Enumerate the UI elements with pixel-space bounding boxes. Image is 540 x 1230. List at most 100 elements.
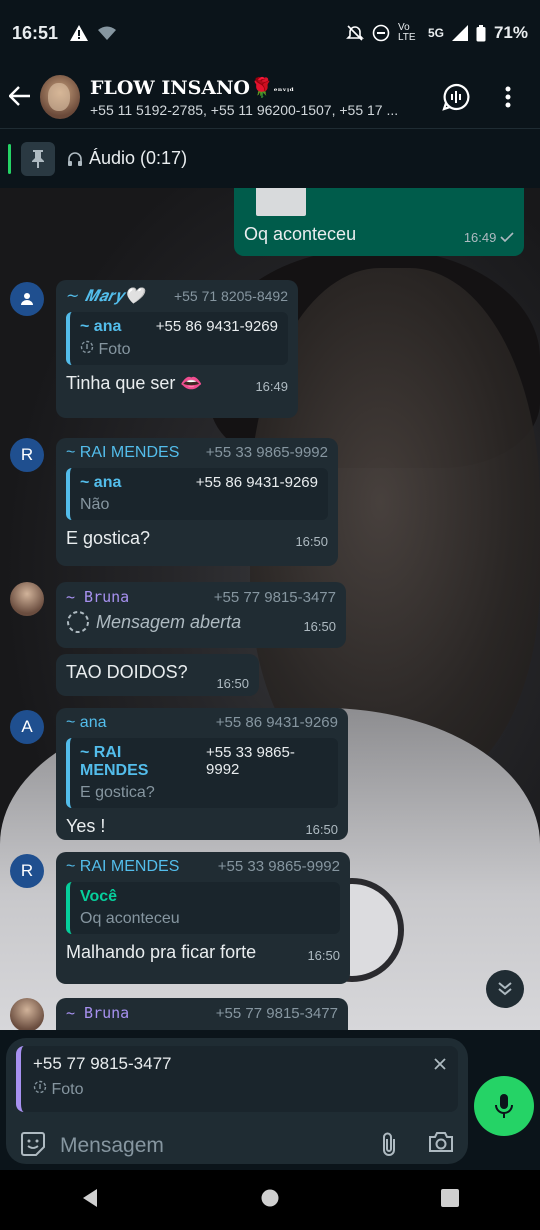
check-icon bbox=[500, 232, 514, 243]
message-text: Tinha que ser 👄 bbox=[66, 373, 203, 393]
message-bubble[interactable]: ~ ana +55 86 9431-9269 ~ RAI MENDES +55 3… bbox=[56, 708, 348, 840]
voice-chat-button[interactable] bbox=[442, 83, 470, 111]
sticker-icon bbox=[21, 1131, 45, 1156]
group-title: FLOW INSANO🌹 bbox=[90, 77, 274, 99]
message-bubble[interactable]: ~ RAI MENDES +55 33 9865-9992 Você Oq ac… bbox=[56, 852, 350, 984]
sender-phone: +55 33 9865-9992 bbox=[217, 858, 340, 875]
chat-header: FLOW INSANO🌹ᵉⁿᵛᵎᵈ +55 11 5192-2785, +55 … bbox=[0, 66, 540, 128]
avatar[interactable] bbox=[10, 582, 44, 616]
composer-box: +55 77 9815-3477 Foto bbox=[6, 1038, 468, 1164]
view-once-opened-icon bbox=[67, 611, 89, 633]
back-button[interactable] bbox=[0, 82, 40, 113]
pinned-message-bar[interactable]: Áudio (0:17) bbox=[0, 128, 540, 188]
battery-icon bbox=[476, 24, 486, 41]
reply-sender: +55 77 9815-3477 bbox=[33, 1054, 172, 1073]
avatar[interactable] bbox=[10, 998, 44, 1030]
message-bubble[interactable]: ~ 𝑴𝒂𝒓𝒚🤍 +55 71 8205-8492 ~ ana +55 86 943… bbox=[56, 280, 298, 418]
reply-preview[interactable]: +55 77 9815-3477 Foto bbox=[16, 1046, 458, 1112]
avatar[interactable]: R bbox=[10, 854, 44, 888]
sender-name[interactable]: ~ 𝙱𝚛𝚞𝚗𝚊 bbox=[66, 588, 129, 606]
message-time: 16:50 bbox=[216, 676, 249, 691]
attach-button[interactable] bbox=[380, 1131, 398, 1162]
pin-icon bbox=[32, 149, 44, 168]
quoted-message[interactable]: ~ ana +55 86 9431-9269 Foto bbox=[66, 312, 288, 365]
message-bubble[interactable]: TAO DOIDOS? 16:50 bbox=[56, 654, 259, 696]
nav-home-button[interactable] bbox=[261, 1189, 279, 1212]
avatar[interactable] bbox=[10, 282, 44, 316]
view-once-icon bbox=[33, 1080, 47, 1094]
wifi-icon bbox=[98, 26, 117, 40]
arrow-left-icon bbox=[8, 85, 30, 106]
nav-back-button[interactable] bbox=[81, 1188, 99, 1213]
warning-icon bbox=[70, 25, 89, 41]
quoted-sender: ~ ana bbox=[80, 474, 122, 491]
more-vertical-icon bbox=[505, 86, 511, 108]
image-thumbnail[interactable] bbox=[256, 188, 306, 216]
close-reply-button[interactable] bbox=[434, 1054, 446, 1075]
close-icon bbox=[434, 1058, 446, 1070]
message-text: Mensagem aberta bbox=[96, 611, 242, 632]
sender-phone: +55 86 9431-9269 bbox=[215, 714, 338, 731]
group-avatar[interactable] bbox=[40, 75, 80, 119]
quoted-sender: ~ ana bbox=[80, 318, 122, 335]
message-time: 16:49 bbox=[255, 379, 288, 394]
quoted-text: Oq aconteceu bbox=[80, 910, 180, 927]
message-bubble[interactable]: ~ 𝙱𝚛𝚞𝚗𝚊 +55 77 9815-3477 Mensagem aberta… bbox=[56, 582, 346, 648]
dnd-icon bbox=[372, 24, 390, 42]
sender-name[interactable]: ~ RAI MENDES bbox=[66, 858, 179, 876]
scroll-to-bottom-button[interactable] bbox=[486, 970, 524, 1008]
quoted-sender: Você bbox=[80, 888, 118, 905]
sender-phone: +55 77 9815-3477 bbox=[213, 589, 336, 606]
triangle-back-icon bbox=[83, 1188, 97, 1207]
microphone-icon bbox=[495, 1094, 513, 1118]
pin-button[interactable] bbox=[21, 141, 55, 176]
composer: +55 77 9815-3477 Foto bbox=[0, 1030, 540, 1170]
quoted-message[interactable]: ~ RAI MENDES +55 33 9865-9992 E gostica? bbox=[66, 738, 338, 808]
message-bubble-outgoing[interactable]: Oq aconteceu 16:49 bbox=[234, 188, 524, 256]
square-recents-icon bbox=[441, 1188, 459, 1207]
quoted-phone: +55 86 9431-9269 bbox=[155, 318, 278, 335]
quoted-text: E gostica? bbox=[80, 784, 155, 801]
quoted-text: Foto bbox=[98, 341, 131, 358]
avatar[interactable]: R bbox=[10, 438, 44, 472]
message-text: TAO DOIDOS? bbox=[66, 662, 188, 682]
message-input[interactable] bbox=[60, 1134, 350, 1158]
chat-area[interactable]: Oq aconteceu 16:49 ~ 𝑴𝒂𝒓𝒚🤍 +55 71 8205-8… bbox=[0, 188, 540, 1030]
message-bubble[interactable]: ~ 𝙱𝚛𝚞𝚗𝚊 +55 77 9815-3477 bbox=[56, 998, 348, 1030]
sender-name[interactable]: ~ RAI MENDES bbox=[66, 444, 179, 462]
camera-icon bbox=[429, 1131, 453, 1152]
camera-button[interactable] bbox=[428, 1131, 454, 1162]
avatar[interactable]: A bbox=[10, 710, 44, 744]
message-text: Yes ! bbox=[66, 816, 106, 836]
menu-button[interactable] bbox=[494, 83, 522, 111]
status-bar: 16:51 Vo LTE 5G 71% bbox=[0, 0, 540, 66]
message-time: 16:50 bbox=[295, 534, 328, 549]
mute-icon bbox=[346, 25, 364, 41]
quoted-text: Não bbox=[80, 496, 110, 513]
message-time: 16:50 bbox=[303, 619, 336, 634]
paperclip-icon bbox=[383, 1132, 395, 1156]
sticker-button[interactable] bbox=[20, 1131, 46, 1162]
sender-name[interactable]: ~ 𝙱𝚛𝚞𝚗𝚊 bbox=[66, 1004, 129, 1022]
nav-recents-button[interactable] bbox=[441, 1188, 459, 1212]
quoted-phone: +55 33 9865-9992 bbox=[206, 744, 295, 778]
circle-home-icon bbox=[261, 1189, 279, 1206]
headphones-icon bbox=[68, 151, 82, 166]
sender-name[interactable]: ~ 𝑴𝒂𝒓𝒚🤍 bbox=[66, 286, 144, 306]
sender-phone: +55 77 9815-3477 bbox=[215, 1005, 338, 1022]
chevron-double-down-icon bbox=[498, 982, 512, 996]
group-participants: +55 11 5192-2785, +55 11 96200-1507, +55… bbox=[90, 102, 399, 118]
clock: 16:51 bbox=[12, 22, 59, 43]
sender-phone: +55 33 9865-9992 bbox=[205, 444, 328, 461]
message-bubble[interactable]: ~ RAI MENDES +55 33 9865-9992 ~ ana +55 8… bbox=[56, 438, 338, 566]
quoted-message[interactable]: ~ ana +55 86 9431-9269 Não bbox=[66, 468, 328, 520]
pinned-indicator bbox=[8, 143, 11, 174]
voice-record-button[interactable] bbox=[474, 1076, 534, 1136]
sender-phone: +55 71 8205-8492 bbox=[173, 288, 288, 304]
message-text: Malhando pra ficar forte bbox=[66, 942, 257, 962]
group-info[interactable]: FLOW INSANO🌹ᵉⁿᵛᵎᵈ +55 11 5192-2785, +55 … bbox=[90, 76, 440, 118]
pinned-label: Áudio (0:17) bbox=[89, 148, 188, 168]
quoted-message[interactable]: Você Oq aconteceu bbox=[66, 882, 340, 934]
sender-name[interactable]: ~ ana bbox=[66, 714, 106, 732]
message-text: Oq aconteceu bbox=[244, 224, 357, 244]
